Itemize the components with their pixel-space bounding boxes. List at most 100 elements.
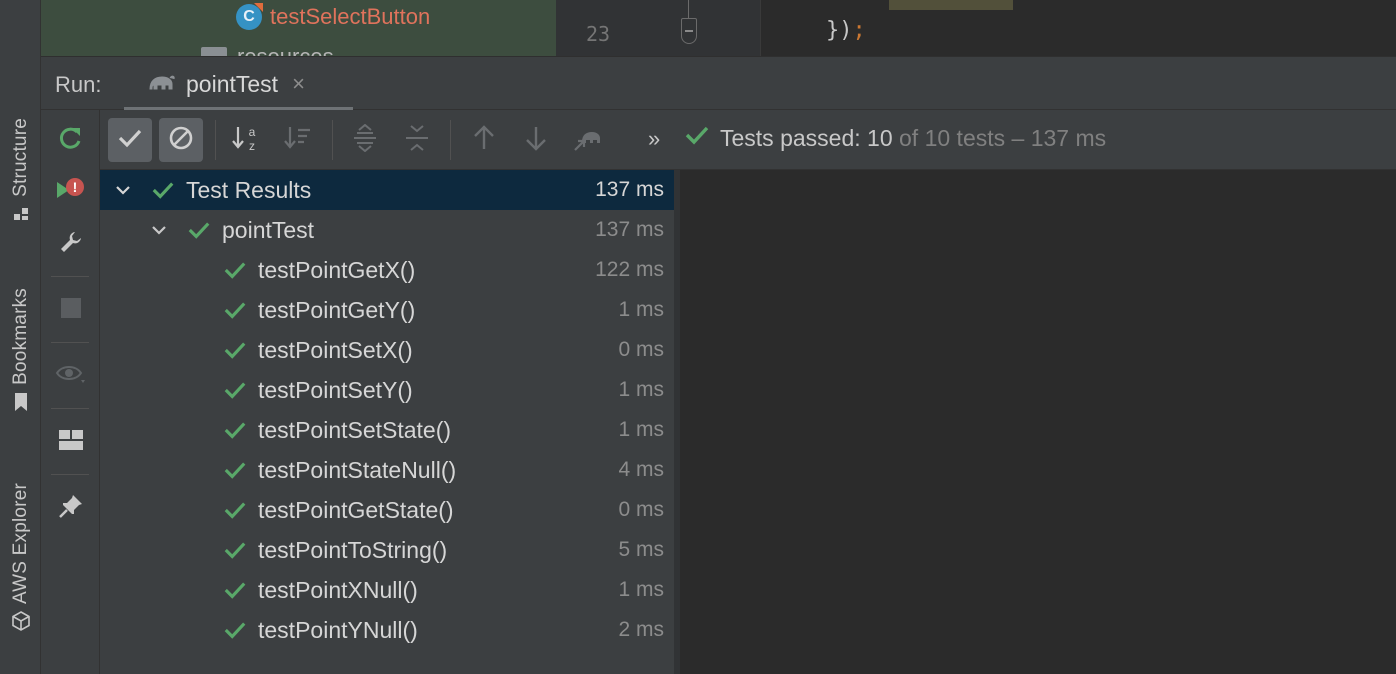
svg-text:!: !: [73, 179, 78, 195]
test-name: testPointGetY(): [258, 296, 416, 323]
test-row[interactable]: testPointGetState() 0 ms: [100, 490, 674, 530]
collapse-all-button[interactable]: [395, 118, 439, 162]
tree-row-test-results[interactable]: Test Results 137 ms: [100, 170, 674, 210]
test-time: 1 ms: [618, 578, 664, 601]
test-time: 1 ms: [618, 418, 664, 441]
stop-button[interactable]: [55, 294, 87, 326]
code-brace: }): [826, 18, 853, 43]
gradle-elephant-icon: [146, 71, 176, 98]
test-name: testPointSetY(): [258, 376, 413, 403]
test-row[interactable]: testPointXNull() 1 ms: [100, 570, 674, 610]
test-time: 5 ms: [618, 538, 664, 561]
test-name: testPointYNull(): [258, 616, 418, 643]
settings-button[interactable]: [55, 228, 87, 260]
tree-item-resources[interactable]: resources: [201, 44, 334, 56]
passed-check-icon: [684, 124, 710, 152]
tree-row-pointtest[interactable]: pointTest 137 ms: [100, 210, 674, 250]
status-passed-label: Tests passed:: [720, 124, 861, 151]
class-name: testSelectButton: [270, 4, 431, 29]
passed-check-icon: [223, 299, 247, 321]
run-side-toolbar: !: [41, 110, 100, 674]
code-semicolon: ;: [852, 18, 866, 43]
test-time: 1 ms: [618, 298, 664, 321]
test-name: testPointXNull(): [258, 576, 418, 603]
chevron-down-icon[interactable]: [149, 220, 169, 240]
passed-check-icon: [187, 219, 211, 241]
sort-duration-icon: [283, 124, 313, 157]
toolbar-separator: [332, 120, 333, 160]
gradle-arrow-icon: [572, 124, 604, 157]
test-time: 0 ms: [618, 338, 664, 361]
test-row[interactable]: testPointStateNull() 4 ms: [100, 450, 674, 490]
test-row[interactable]: testPointToString() 5 ms: [100, 530, 674, 570]
sort-by-duration-button[interactable]: [276, 118, 320, 162]
code-highlight: [889, 0, 1013, 10]
test-row[interactable]: testPointGetX() 122 ms: [100, 250, 674, 290]
chevron-down-icon[interactable]: [113, 180, 133, 200]
gradle-import-button[interactable]: [566, 118, 610, 162]
tool-window-strip: Structure Bookmarks AWS Explorer: [0, 0, 41, 674]
view-options-button[interactable]: [55, 360, 87, 392]
test-name: testPointSetState(): [258, 416, 452, 443]
test-time: 122 ms: [595, 258, 664, 281]
tree-item-testselectbutton[interactable]: C testSelectButton: [236, 4, 430, 30]
aws-explorer-tab[interactable]: AWS Explorer: [0, 483, 41, 632]
editor-strip: C testSelectButton resources 23 });: [41, 0, 1396, 56]
passed-check-icon: [223, 539, 247, 561]
test-time: 4 ms: [618, 458, 664, 481]
next-failed-button[interactable]: [514, 118, 558, 162]
tree-row-time: 137 ms: [595, 178, 664, 201]
test-name: testPointGetState(): [258, 496, 454, 523]
passed-check-icon: [223, 339, 247, 361]
rerun-failed-button[interactable]: !: [55, 176, 87, 208]
toolbar-separator: [51, 342, 89, 343]
bookmark-icon: [10, 391, 32, 413]
show-passed-toggle[interactable]: [108, 118, 152, 162]
code-line[interactable]: });: [826, 18, 866, 43]
more-toolbar-button[interactable]: »: [648, 126, 660, 152]
fold-guide: [688, 0, 689, 18]
expand-all-icon: [351, 123, 379, 157]
test-row[interactable]: testPointYNull() 2 ms: [100, 610, 674, 650]
toolbar-separator: [51, 276, 89, 277]
layout-button[interactable]: [55, 426, 87, 458]
expand-all-button[interactable]: [343, 118, 387, 162]
wrench-icon: [58, 229, 84, 260]
bookmarks-tab[interactable]: Bookmarks: [0, 288, 41, 413]
rerun-button[interactable]: [55, 124, 87, 156]
status-passed-count: 10: [867, 124, 893, 151]
show-ignored-toggle[interactable]: [159, 118, 203, 162]
structure-tab[interactable]: Structure: [0, 118, 41, 225]
cube-icon: [10, 610, 32, 632]
console-output[interactable]: [680, 170, 1396, 674]
test-row[interactable]: testPointSetState() 1 ms: [100, 410, 674, 450]
passed-check-icon: [151, 179, 175, 201]
previous-failed-button[interactable]: [462, 118, 506, 162]
structure-tab-label: Structure: [9, 118, 31, 197]
project-tree: C testSelectButton resources: [41, 0, 556, 56]
run-tab-pointtest[interactable]: pointTest ×: [124, 57, 353, 111]
passed-check-icon: [223, 259, 247, 281]
close-tab-icon[interactable]: ×: [292, 71, 305, 97]
test-name: testPointSetX(): [258, 336, 413, 363]
folder-name: resources: [237, 44, 334, 56]
test-row[interactable]: testPointGetY() 1 ms: [100, 290, 674, 330]
structure-icon: [10, 203, 32, 225]
sort-alphabetically-button[interactable]: az: [224, 118, 268, 162]
passed-check-icon: [223, 499, 247, 521]
status-summary: of 10 tests – 137 ms: [899, 124, 1107, 151]
test-row[interactable]: testPointSetY() 1 ms: [100, 370, 674, 410]
test-time: 0 ms: [618, 498, 664, 521]
passed-check-icon: [223, 379, 247, 401]
fold-marker-icon[interactable]: [681, 18, 697, 44]
layout-icon: [58, 429, 84, 456]
test-time: 2 ms: [618, 618, 664, 641]
collapse-all-icon: [403, 124, 431, 157]
checkmark-icon: [117, 127, 143, 154]
tree-row-name: pointTest: [222, 216, 315, 243]
test-row[interactable]: testPointSetX() 0 ms: [100, 330, 674, 370]
pin-tab-button[interactable]: [55, 492, 87, 524]
arrow-down-icon: [524, 125, 548, 156]
passed-check-icon: [223, 419, 247, 441]
run-tab-title: pointTest: [186, 70, 279, 97]
